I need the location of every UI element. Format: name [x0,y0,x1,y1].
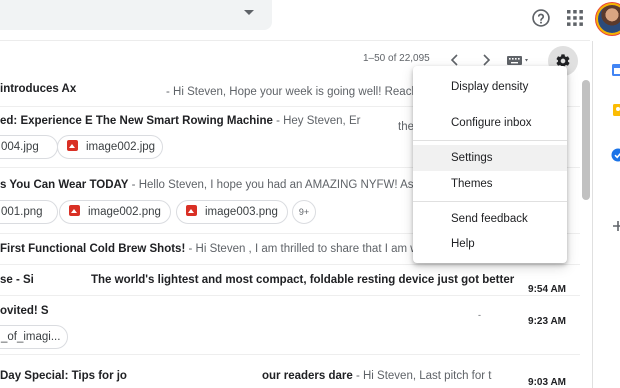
image-file-icon [186,205,197,216]
settings-menu: Display density Configure inbox Settings… [413,66,567,263]
add-addon-icon[interactable] [611,219,620,233]
keep-icon[interactable] [611,103,620,117]
email-snippet: - Hey Steven, Er [276,115,361,127]
tasks-icon[interactable] [611,148,620,162]
menu-item-settings[interactable]: Settings [413,145,567,171]
image-file-icon [67,140,78,151]
menu-item-help[interactable]: Help [413,231,567,257]
email-sender: se - Si [0,274,34,286]
email-row-text: introduces Ax [0,83,76,95]
email-snippet: - Hello Steven, I hope you had an AMAZIN… [131,179,433,191]
calendar-icon[interactable] [611,63,620,77]
search-bar[interactable] [0,0,272,30]
pagination-count: 1–50 of 22,095 [363,53,430,64]
email-snippet: - Hi Steven, Hope your week is going wel… [166,86,421,98]
attachment-name: 001.png [1,206,43,218]
email-sender: ovited! S [0,305,49,317]
attachment-name: _of_imagi... [1,331,61,343]
more-attachments-chip[interactable]: 9+ [292,200,316,224]
email-row-text: ed: Experience E The New Smart Rowing Ma… [0,115,360,127]
image-file-icon [69,205,80,216]
email-time: 9:23 AM [528,316,566,327]
email-subject: our readers dare [262,370,353,382]
email-snippet: - Hi Steven , I am thrilled to share tha… [188,243,429,255]
account-avatar[interactable] [598,5,620,33]
attachment-name: image003.png [205,206,278,218]
side-panel [592,41,620,388]
email-subject: s You Can Wear TODAY [0,179,129,191]
attachment-chip[interactable]: image002.jpg [57,135,163,159]
attachment-chip[interactable]: image002.png [59,200,171,224]
email-row-text: s You Can Wear TODAY - Hello Steven, I h… [0,179,433,191]
email-time: 9:54 AM [528,284,566,295]
email-row-text: First Functional Cold Brew Shots! - Hi S… [0,243,429,255]
search-options-caret-icon[interactable] [244,10,254,15]
email-row-text: our readers dare - Hi Steven, Last pitch… [262,370,491,382]
email-subject: ed: Experience E The New Smart Rowing Ma… [0,115,273,127]
attachment-chip[interactable]: _of_imagi... [0,325,68,349]
help-icon[interactable] [531,8,551,28]
email-time: 9:03 AM [528,377,566,388]
email-snippet-tail: the [398,121,414,133]
attachment-chip[interactable]: image003.png [176,200,288,224]
email-snippet: - Hi Steven, Last pitch for t [355,370,492,382]
list-scrollbar[interactable] [582,80,590,200]
email-sender: Day Special: Tips for jo [0,370,127,382]
attachment-chip[interactable]: 004.jpg [0,135,58,159]
email-snippet-tail: - [478,310,481,320]
menu-divider [413,140,567,141]
email-subject: First Functional Cold Brew Shots! [0,243,186,255]
email-row[interactable]: Day Special: Tips for jo our readers dar… [0,355,580,388]
menu-item-send-feedback[interactable]: Send feedback [413,206,567,232]
attachment-chip[interactable]: 001.png [0,200,58,224]
attachment-name: image002.png [88,206,161,218]
attachment-name: 004.jpg [1,141,39,153]
menu-divider [413,201,567,202]
apps-grid-icon[interactable] [567,10,583,26]
email-row[interactable]: ovited! S - 9:23 AM _of_imagi... [0,296,580,355]
menu-item-themes[interactable]: Themes [413,171,567,197]
email-sender: introduces Ax [0,83,77,95]
attachment-name: image002.jpg [86,141,156,153]
header-divider [0,40,590,41]
email-row[interactable]: se - Si The world's lightest and most co… [0,265,580,296]
email-subject: The world's lightest and most compact, f… [91,274,515,286]
menu-item-configure-inbox[interactable]: Configure inbox [413,110,567,136]
menu-item-display-density[interactable]: Display density [413,74,567,100]
